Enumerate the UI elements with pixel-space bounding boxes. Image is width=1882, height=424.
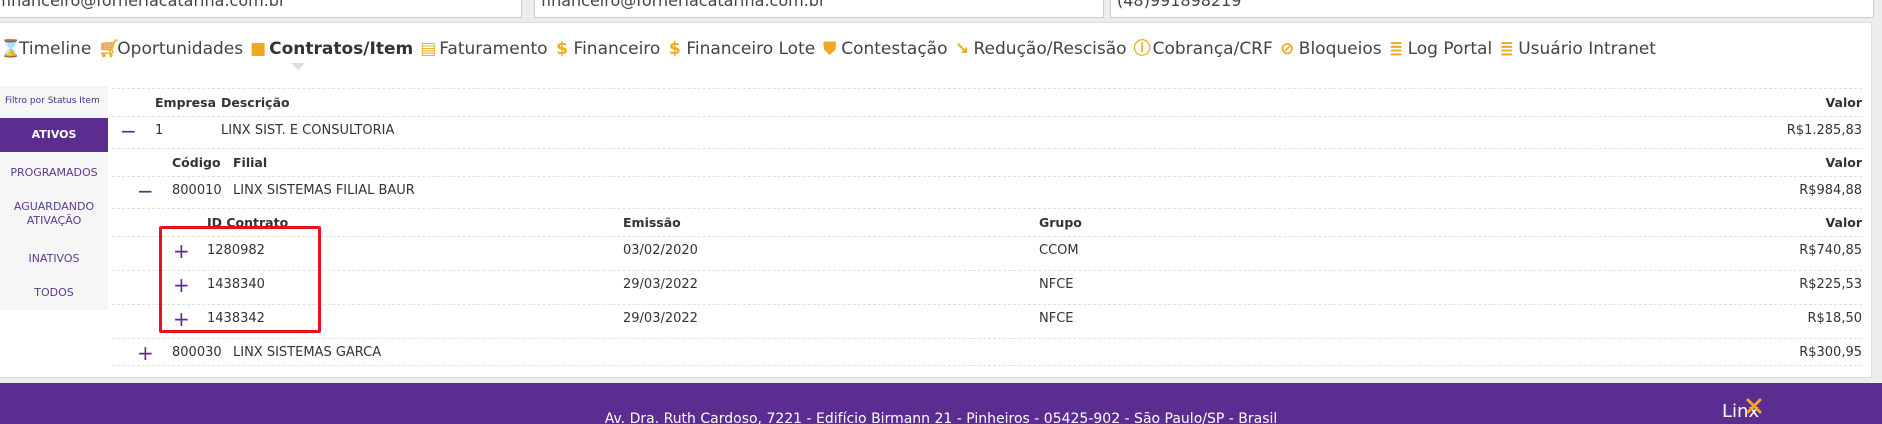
filial-row-800030: + 800030 LINX SISTEMAS GARCA R$300,95 [112,338,1862,366]
tab-oportunidades[interactable]: 🛒︎ Oportunidades [98,39,243,59]
tab-cobranca-crf[interactable]: ⓘ Cobrança/CRF [1134,39,1273,59]
valor-col-header: Valor [1825,95,1862,110]
contract-emissao: 29/03/2022 [623,277,698,292]
timeline-icon: ⌛ [0,39,22,59]
email-field-2[interactable]: financeiro@forneriacatarina.com.br [534,0,1104,18]
filter-inativos[interactable]: INATIVOS [0,252,108,266]
collapse-empresa-button[interactable]: − [120,117,137,145]
grupo-col-header: Grupo [1039,215,1082,230]
filter-aguardando-label-2: ATIVAÇÃO [26,214,82,227]
tab-log-portal[interactable]: ≣ Log Portal [1388,39,1492,59]
block-icon: ⊘ [1280,39,1295,59]
filter-todos[interactable]: TODOS [0,286,108,300]
active-tab-caret [291,63,305,70]
phone-field[interactable]: (48)991898219 [1110,0,1874,18]
filial-code: 800030 [172,345,222,360]
highlight-box [159,226,321,333]
table-row: + 1438340 29/03/2022 NFCE R$225,53 [112,270,1862,298]
dollar-icon: $ [556,39,568,59]
list-icon: ≣ [1499,39,1514,59]
tab-financeiro-lote[interactable]: $ Financeiro Lote [667,39,815,59]
status-filter-sidebar: Filtro por Status Item ATIVOS PROGRAMADO… [0,86,108,310]
expand-filial-button[interactable]: + [137,339,154,367]
alert-icon: ⓘ [1133,39,1151,59]
contrato-header-row: ID Contrato Emissão Grupo Valor [112,208,1862,236]
filial-desc: LINX SISTEMAS FILIAL BAUR [233,183,415,198]
empresa-header-row: Empresa Descrição Valor [112,88,1862,116]
contract-grupo: NFCE [1039,311,1074,326]
filial-code: 800010 [172,183,222,198]
empresa-code: 1 [155,123,164,138]
linx-logo-mark-icon [1746,398,1762,414]
filial-desc: LINX SISTEMAS GARCA [233,345,382,360]
tab-contestacao[interactable]: ⛊ Contestação [822,39,947,59]
contract-grupo: CCOM [1039,243,1079,258]
filter-aguardando-label-1: AGUARDANDO [13,200,95,213]
invoice-icon: ▤ [420,39,437,59]
shield-icon: ⛊ [823,39,837,59]
filial-col-header: Filial [233,155,268,170]
table-row: + 1280982 03/02/2020 CCOM R$740,85 [112,236,1862,264]
codigo-col-header: Código [172,155,221,170]
contract-value: R$18,50 [1807,311,1862,326]
contract-emissao: 29/03/2022 [623,311,698,326]
table-row: + 1438342 29/03/2022 NFCE R$18,50 [112,304,1862,332]
filial-value: R$300,95 [1799,345,1862,360]
dollar-icon: $ [668,39,681,59]
filial-row-800010: − 800010 LINX SISTEMAS FILIAL BAUR R$984… [112,176,1862,204]
tab-financeiro[interactable]: $ Financeiro [555,39,660,59]
email-field-1[interactable]: financeiro@forneriacatarina.com.br [0,0,522,18]
tab-bar: ⌛ Timeline 🛒︎ Oportunidades ■ Contratos/Ite… [0,36,1663,62]
contact-strip: financeiro@forneriacatarina.com.br finan… [0,0,1882,20]
footer-address: Av. Dra. Ruth Cardoso, 7221 - Edifício B… [604,411,1278,424]
tab-reducao-rescisao[interactable]: ↘ Redução/Rescisão [955,39,1127,59]
contract-icon: ■ [250,39,267,59]
contrato-valor-header: Valor [1825,215,1862,230]
filter-ativos[interactable]: ATIVOS [0,118,108,152]
empresa-value: R$1.285,83 [1786,123,1862,138]
descricao-col-header: Descrição [221,95,290,110]
filial-header-row: Código Filial Valor [112,148,1862,176]
filter-aguardando-ativacao[interactable]: AGUARDANDO ATIVAÇÃO [0,200,108,228]
tab-bloqueios[interactable]: ⊘ Bloqueios [1280,39,1381,59]
tab-usuario-intranet[interactable]: ≣ Usuário Intranet [1499,39,1656,59]
contract-value: R$740,85 [1799,243,1862,258]
cart-icon: 🛒︎ [98,39,120,59]
filter-programados[interactable]: PROGRAMADOS [0,166,108,180]
emissao-col-header: Emissão [623,215,681,230]
contract-grupo: NFCE [1039,277,1074,292]
filial-valor-header: Valor [1825,155,1862,170]
filter-title: Filtro por Status Item [5,96,100,106]
collapse-filial-button[interactable]: − [137,177,154,205]
empresa-row: − 1 LINX SIST. E CONSULTORIA R$1.285,83 [112,116,1862,144]
reduction-icon: ↘ [954,39,970,59]
empresa-col-header: Empresa [155,95,217,110]
contract-value: R$225,53 [1799,277,1862,292]
filial-value: R$984,88 [1799,183,1862,198]
tab-faturamento[interactable]: ▤ Faturamento [420,39,547,59]
empresa-desc: LINX SIST. E CONSULTORIA [221,123,395,138]
tab-contratos-item[interactable]: ■ Contratos/Item [250,39,413,59]
contract-emissao: 03/02/2020 [623,243,698,258]
tab-timeline[interactable]: ⌛ Timeline [0,39,91,59]
footer: Av. Dra. Ruth Cardoso, 7221 - Edifício B… [0,383,1882,424]
list-icon: ≣ [1388,39,1404,59]
